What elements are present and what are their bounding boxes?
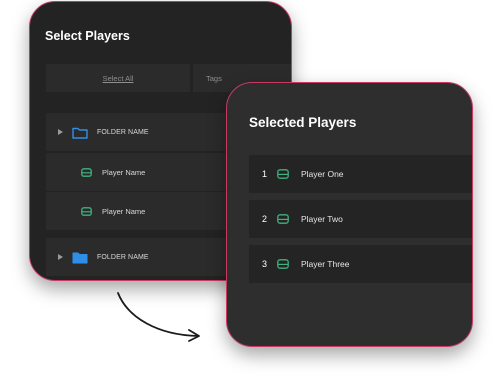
expand-caret-icon[interactable] bbox=[58, 254, 63, 260]
player-device-icon bbox=[81, 167, 92, 177]
selected-players-title: Selected Players bbox=[249, 115, 357, 130]
selected-player-item[interactable]: 2 Player Two bbox=[249, 200, 472, 238]
folder-outline-icon bbox=[72, 126, 88, 139]
expand-caret-icon[interactable] bbox=[58, 129, 63, 135]
select-all-button[interactable]: Select All bbox=[46, 64, 190, 92]
item-index: 1 bbox=[262, 169, 268, 179]
player-device-icon bbox=[277, 169, 289, 179]
selected-player-item[interactable]: 3 Player Three bbox=[249, 245, 472, 283]
selected-player-label: Player Two bbox=[301, 214, 343, 224]
player-device-icon bbox=[81, 206, 92, 216]
selected-players-panel: Selected Players 1 Player One 2 Player T… bbox=[226, 82, 473, 347]
folder-label: FOLDER NAME bbox=[97, 128, 149, 136]
player-label: Player Name bbox=[102, 167, 146, 177]
selected-player-label: Player Three bbox=[301, 259, 350, 269]
item-index: 3 bbox=[262, 259, 268, 269]
player-device-icon bbox=[277, 214, 289, 224]
item-index: 2 bbox=[262, 214, 268, 224]
player-label: Player Name bbox=[102, 206, 146, 216]
select-players-title: Select Players bbox=[45, 29, 130, 43]
folder-label: FOLDER NAME bbox=[97, 253, 149, 261]
player-device-icon bbox=[277, 259, 289, 269]
selected-player-label: Player One bbox=[301, 169, 344, 179]
folder-filled-icon bbox=[72, 251, 88, 264]
selected-player-item[interactable]: 1 Player One bbox=[249, 155, 472, 193]
